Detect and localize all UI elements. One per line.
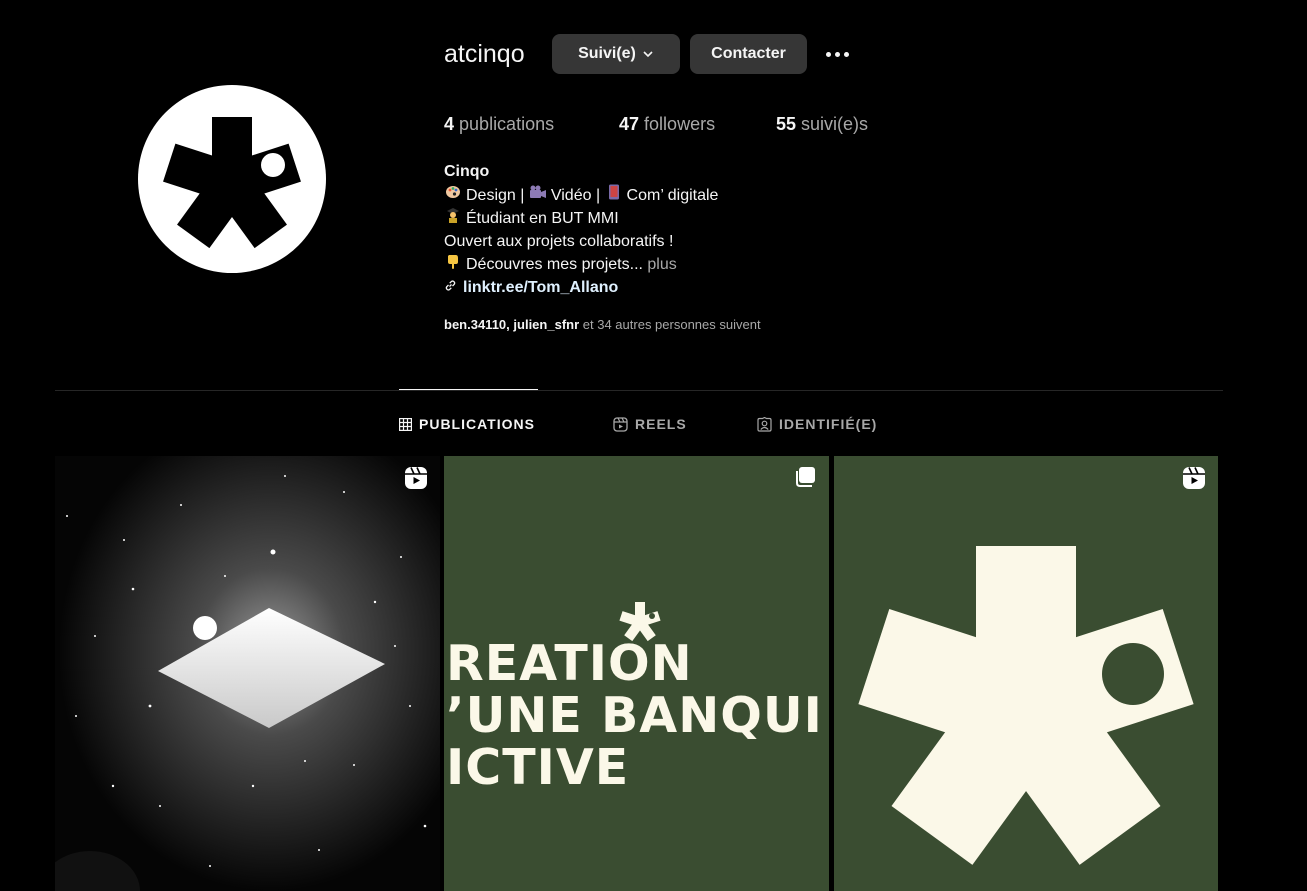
post-thumbnail-1[interactable]: [55, 456, 440, 891]
post-thumbnail-2[interactable]: REATION ’UNE BANQUI ICTIVE: [444, 456, 829, 891]
posts-count-stat: 4 publications: [444, 112, 554, 136]
tab-publications[interactable]: PUBLICATIONS: [399, 414, 535, 434]
asterisk-logo-icon: [163, 117, 301, 249]
reel-icon: [1182, 466, 1206, 495]
profile-bio: Cinqo Design | Vidéo | Com’ digitale Étu…: [444, 161, 718, 299]
carousel-icon: [795, 466, 817, 493]
bio-line-3: Ouvert aux projets collaboratifs !: [444, 232, 674, 250]
large-asterisk-image: [858, 546, 1194, 865]
following-stat[interactable]: 55 suivi(e)s: [776, 112, 868, 136]
bio-line-4: Découvres mes projets... plus: [444, 253, 718, 277]
post-thumbnail-3[interactable]: [834, 456, 1218, 891]
followed-by-suffix: et 34 autres personnes suivent: [582, 317, 761, 332]
bio-line-2: Étudiant en BUT MMI: [444, 207, 718, 231]
video-camera-icon: [529, 184, 547, 208]
bio-more-link[interactable]: plus: [647, 256, 676, 273]
profile-display-name: Cinqo: [444, 163, 490, 180]
palette-icon: [444, 184, 462, 208]
bio-com-text: Com’ digitale: [626, 186, 719, 204]
pointing-down-icon: [444, 253, 462, 277]
tagged-icon: [757, 416, 772, 432]
posts-count: 4: [444, 114, 455, 134]
bio-design-text: Design |: [466, 186, 525, 204]
followed-by-text[interactable]: ben.34110, julien_sfnr et 34 autres pers…: [444, 316, 761, 334]
more-options-icon[interactable]: [818, 40, 856, 68]
following-count: 55: [776, 114, 797, 134]
tab-reels[interactable]: REELS: [613, 414, 687, 434]
grid-icon: [399, 417, 412, 431]
posts-label: publications: [459, 114, 555, 134]
post-2-text-line-2: ’UNE BANQUI: [446, 687, 823, 744]
bio-line-1: Design | Vidéo | Com’ digitale: [444, 184, 718, 208]
bio-external-link[interactable]: linktr.ee/Tom_Allano: [444, 277, 718, 300]
tab-reels-label: REELS: [635, 416, 687, 432]
contact-button[interactable]: Contacter: [690, 34, 807, 74]
followers-count: 47: [619, 114, 640, 134]
following-button[interactable]: Suivi(e): [552, 34, 680, 74]
following-button-label: Suivi(e): [578, 45, 636, 62]
chevron-down-icon: [642, 48, 654, 60]
post-2-text-line-1: REATION: [446, 635, 693, 692]
followed-by-user-2: julien_sfnr: [513, 317, 580, 332]
phone-icon: [605, 184, 623, 208]
reels-icon: [613, 416, 628, 432]
tab-publications-label: PUBLICATIONS: [419, 416, 535, 432]
link-icon: [444, 277, 457, 300]
bio-link-text: linktr.ee/Tom_Allano: [463, 278, 619, 296]
space-diamond-image: [55, 456, 440, 891]
post-2-text-line-3: ICTIVE: [446, 739, 630, 796]
active-tab-indicator: [399, 389, 538, 390]
profile-username: atcinqo: [444, 40, 525, 68]
contact-button-label: Contacter: [711, 45, 786, 62]
followers-label: followers: [644, 114, 716, 134]
followers-stat[interactable]: 47 followers: [619, 112, 715, 136]
following-label: suivi(e)s: [801, 114, 869, 134]
tab-tagged[interactable]: IDENTIFIÉ(E): [757, 414, 877, 434]
bio-video-text: Vidéo |: [550, 186, 601, 204]
followed-by-user-1: ben.34110: [444, 317, 507, 332]
student-icon: [444, 207, 462, 231]
profile-avatar[interactable]: [138, 85, 326, 273]
tab-tagged-label: IDENTIFIÉ(E): [779, 416, 878, 432]
bio-student-text: Étudiant en BUT MMI: [466, 210, 619, 227]
reel-icon: [404, 466, 428, 495]
bio-projects-text: Découvres mes projets...: [466, 256, 643, 273]
followed-by-separator: ,: [506, 317, 510, 332]
tabs-divider: [55, 390, 1223, 391]
